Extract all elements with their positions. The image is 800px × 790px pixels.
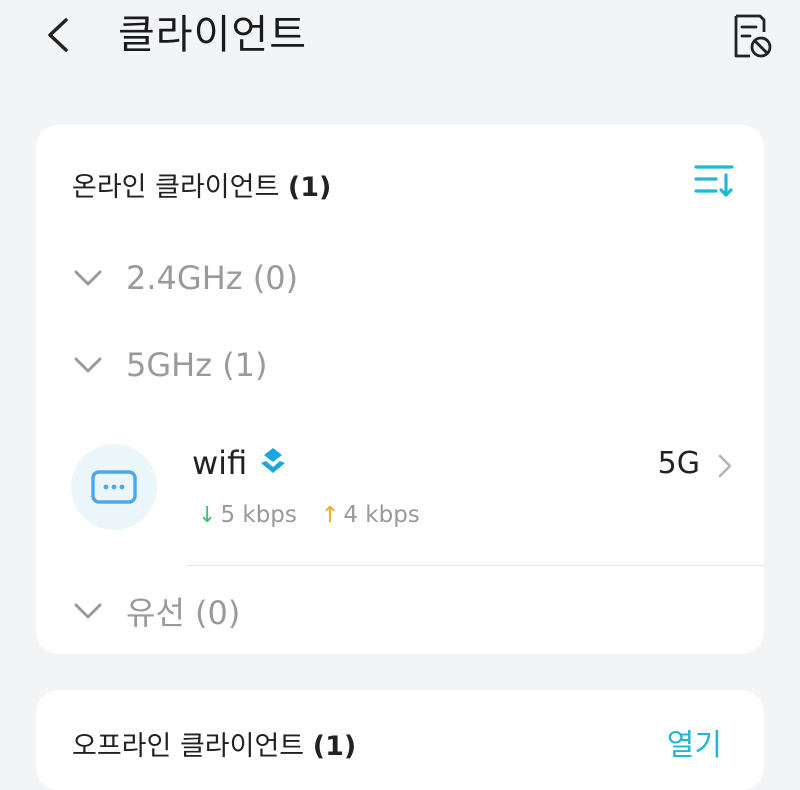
group-label: 5GHz (1) [126, 346, 268, 384]
offline-clients-card: 오프라인 클라이언트 (1) 열기 [36, 690, 764, 790]
offline-clients-title-text: 오프라인 클라이언트 [72, 731, 305, 762]
download-arrow-icon: ↓ [198, 502, 217, 528]
page-title: 클라이언트 [118, 12, 307, 58]
client-name: wifi [192, 444, 248, 482]
blocked-list-icon [734, 14, 772, 58]
chevron-down-icon [74, 270, 102, 286]
client-row[interactable]: wifi 5G ↓ 5 kbps ↑ 4 kbps [36, 430, 764, 530]
online-clients-title-text: 온라인 클라이언트 [72, 172, 280, 203]
group-5ghz[interactable]: 5GHz (1) [72, 342, 268, 388]
online-clients-card: 온라인 클라이언트 (1) 2.4GHz (0) 5GHz (1) wifi 5… [36, 125, 764, 654]
group-wired[interactable]: 유선 (0) [72, 588, 240, 634]
divider [186, 565, 764, 566]
chevron-down-icon [74, 603, 102, 619]
sort-button[interactable] [692, 161, 736, 201]
offline-clients-title: 오프라인 클라이언트 (1) [72, 724, 356, 763]
sort-icon [694, 165, 734, 197]
chevron-down-icon [74, 357, 102, 373]
chevron-right-icon [718, 454, 732, 478]
device-avatar [71, 444, 157, 530]
back-button[interactable] [38, 10, 82, 60]
verified-user-icon [261, 448, 285, 473]
group-label: 유선 (0) [126, 594, 241, 632]
open-button[interactable]: 열기 [667, 720, 722, 764]
router-icon [91, 470, 137, 504]
blocked-list-button[interactable] [726, 10, 778, 62]
download-rate: 5 kbps [220, 502, 297, 528]
chevron-left-icon [48, 18, 68, 52]
top-bar: 클라이언트 [0, 0, 800, 80]
upload-rate: 4 kbps [343, 502, 420, 528]
offline-clients-count: (1) [312, 731, 357, 762]
group-label: 2.4GHz (0) [126, 259, 299, 297]
online-clients-count: (1) [287, 172, 332, 203]
group-2-4ghz[interactable]: 2.4GHz (0) [72, 255, 298, 301]
client-band: 5G [657, 446, 700, 481]
online-clients-title: 온라인 클라이언트 (1) [72, 165, 331, 204]
client-rates: ↓ 5 kbps ↑ 4 kbps [198, 502, 420, 528]
upload-arrow-icon: ↑ [320, 502, 340, 528]
